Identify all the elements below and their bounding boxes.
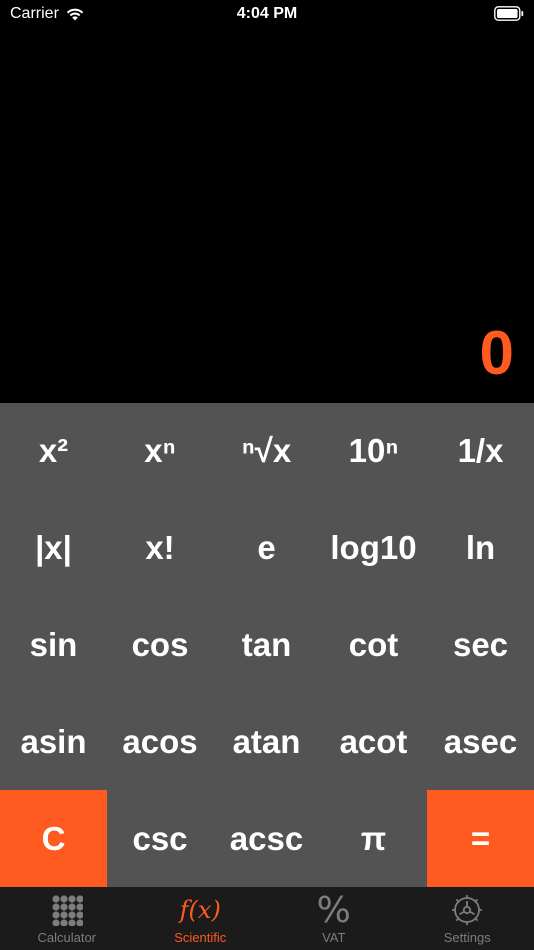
pi-button[interactable]: π: [320, 790, 427, 887]
log10-button[interactable]: log10: [320, 500, 427, 597]
atan-button[interactable]: atan: [213, 693, 320, 790]
cot-button[interactable]: cot: [320, 597, 427, 694]
keypad-row: x² xⁿ ⁿ√x 10ⁿ 1/x: [0, 403, 534, 500]
key-label: acos: [122, 722, 198, 760]
key-label: x!: [145, 529, 175, 567]
fx-icon: f(x): [180, 893, 221, 927]
asin-button[interactable]: asin: [0, 693, 107, 790]
power-button[interactable]: xⁿ: [107, 403, 213, 500]
csc-button[interactable]: csc: [107, 790, 213, 887]
key-label: log10: [330, 529, 417, 567]
key-label: csc: [132, 819, 188, 857]
cos-button[interactable]: cos: [107, 597, 213, 694]
tab-vat[interactable]: % VAT: [267, 887, 401, 950]
tab-label: VAT: [322, 930, 346, 945]
tab-calculator[interactable]: Calculator: [0, 887, 134, 950]
key-label: sec: [452, 625, 509, 663]
keypad-row: |x| x! e log10 ln: [0, 500, 534, 597]
key-label: cot: [348, 625, 399, 663]
tab-scientific[interactable]: f(x) Scientific: [134, 887, 268, 950]
sin-button[interactable]: sin: [0, 597, 107, 694]
factorial-button[interactable]: x!: [107, 500, 213, 597]
key-label: acot: [339, 722, 408, 760]
key-label: atan: [232, 722, 301, 760]
reciprocal-button[interactable]: 1/x: [427, 403, 534, 500]
key-label: x²: [38, 432, 69, 470]
key-label: cos: [131, 625, 189, 663]
clock: 4:04 PM: [236, 5, 298, 22]
key-label: π: [360, 819, 387, 857]
gear-icon: [450, 893, 484, 927]
key-label: e: [257, 529, 276, 567]
acot-button[interactable]: acot: [320, 693, 427, 790]
tab-label: Settings: [443, 930, 491, 945]
keypad-row: asin acos atan acot asec: [0, 693, 534, 790]
tab-label: Scientific: [174, 930, 227, 945]
square-button[interactable]: x²: [0, 403, 107, 500]
clear-button[interactable]: C: [0, 790, 107, 887]
key-label: asin: [20, 722, 87, 760]
key-label: ln: [465, 529, 496, 567]
display-value: 0: [479, 319, 514, 388]
fx-symbol: f(x): [179, 896, 221, 924]
key-label: asec: [443, 722, 518, 760]
key-label: sin: [29, 625, 78, 663]
acsc-button[interactable]: acsc: [213, 790, 320, 887]
ln-button[interactable]: ln: [427, 500, 534, 597]
key-label: ⁿ√x: [241, 432, 292, 470]
tab-settings[interactable]: Settings: [401, 887, 534, 950]
equals-button[interactable]: =: [427, 790, 534, 887]
battery-icon: [494, 6, 524, 21]
keypad: x² xⁿ ⁿ√x 10ⁿ 1/x |x| x! e log10 ln sin …: [0, 403, 534, 887]
ten-power-button[interactable]: 10ⁿ: [320, 403, 427, 500]
status-bar: Carrier 4:04 PM: [0, 0, 534, 30]
keypad-row: sin cos tan cot sec: [0, 597, 534, 694]
key-label: tan: [241, 625, 292, 663]
sec-button[interactable]: sec: [427, 597, 534, 694]
euler-button[interactable]: e: [213, 500, 320, 597]
asec-button[interactable]: asec: [427, 693, 534, 790]
nth-root-button[interactable]: ⁿ√x: [213, 403, 320, 500]
tab-bar: Calculator f(x) Scientific % VAT Setting…: [0, 887, 534, 950]
tab-label: Calculator: [37, 930, 97, 945]
display: 0: [0, 30, 534, 403]
key-label: 10ⁿ: [348, 432, 399, 470]
key-label: xⁿ: [144, 432, 176, 470]
key-label: acsc: [229, 819, 304, 857]
keypad-row: C csc acsc π =: [0, 790, 534, 887]
key-label: =: [470, 819, 491, 857]
percent-symbol: %: [316, 889, 351, 931]
absolute-button[interactable]: |x|: [0, 500, 107, 597]
grid-icon: [51, 893, 83, 927]
acos-button[interactable]: acos: [107, 693, 213, 790]
percent-icon: %: [317, 890, 351, 931]
tan-button[interactable]: tan: [213, 597, 320, 694]
key-label: |x|: [35, 529, 72, 567]
key-label: C: [41, 819, 66, 857]
key-label: 1/x: [457, 432, 504, 470]
